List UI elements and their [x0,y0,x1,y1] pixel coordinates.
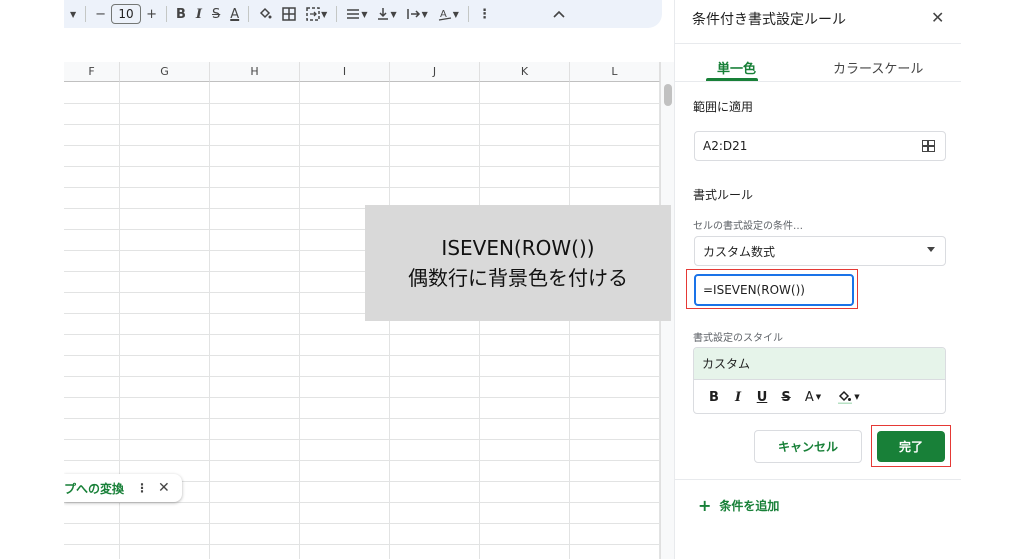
condition-label: セルの書式設定の条件… [693,221,803,232]
bold-button[interactable]: B [171,3,191,25]
row-gridline [64,334,660,335]
style-preview[interactable]: カスタム [694,348,945,380]
tab-single-color[interactable]: 単一色 [717,58,756,77]
range-input[interactable]: A2:D21 [694,131,946,161]
divider [675,81,961,82]
convert-to-table-chip[interactable]: プへの変換 ⋮ ✕ [64,474,182,502]
column-header[interactable]: G [120,62,210,82]
text-rotation-icon[interactable]: A ▼ [433,3,464,25]
borders-icon[interactable] [277,3,301,25]
divider [675,479,961,480]
fill-color-icon[interactable] [253,3,277,25]
column-header[interactable]: H [210,62,300,82]
column-header[interactable]: L [570,62,660,82]
toolbar-caret[interactable]: ▼ [64,3,81,25]
scrollbar-thumb[interactable] [664,84,672,106]
plus-icon: + [698,496,712,515]
chip-close-icon[interactable]: ✕ [158,480,170,496]
condition-value: カスタム数式 [703,244,776,259]
format-rules-label: 書式ルール [693,188,754,202]
panel-title: 条件付き書式設定ルール [692,12,846,28]
row-gridline [64,103,660,104]
conditional-format-panel: 条件付き書式設定ルール ✕ 単一色 カラースケール 範囲に適用 A2:D21 書… [674,0,1024,559]
row-gridline [64,376,660,377]
select-range-icon[interactable] [922,140,935,152]
row-gridline [64,166,660,167]
row-gridline [64,145,660,146]
style-strikethrough-button[interactable]: S [774,390,798,405]
row-gridline [64,124,660,125]
close-icon[interactable]: ✕ [931,8,944,27]
column-header[interactable]: J [390,62,480,82]
horizontal-align-icon[interactable]: ▼ [341,3,372,25]
format-style-box: カスタム B I U S A ▼ ▼ [693,347,946,414]
page: ▼ − 10 + B I S A ▼ ▼ ▼ ▼ A ▼ ⋮ F G H I J… [0,0,1024,559]
row-gridline [64,523,660,524]
fill-color-icon [838,390,853,404]
collapse-toolbar-icon[interactable] [548,3,570,25]
row-gridline [64,397,660,398]
merge-cells-icon[interactable]: ▼ [301,3,332,25]
add-rule-label: 条件を追加 [719,499,780,513]
divider [675,43,961,44]
column-gridline [209,82,210,559]
range-value: A2:D21 [703,139,748,153]
text-color-icon: A [804,389,814,405]
font-size-input[interactable]: 10 [111,4,142,24]
row-gridline [64,418,660,419]
column-header[interactable]: F [64,62,120,82]
style-underline-button[interactable]: U [750,390,774,405]
toolbar-divider [85,6,87,22]
style-italic-button[interactable]: I [726,390,750,405]
tab-color-scale[interactable]: カラースケール [833,58,923,77]
done-button[interactable]: 完了 [877,431,945,462]
annotation-box: ISEVEN(ROW()) 偶数行に背景色を付ける [365,205,671,321]
style-fill-color-button[interactable]: ▼ [834,390,864,404]
decrease-font-size-button[interactable]: − [90,3,111,25]
format-toolbar: ▼ − 10 + B I S A ▼ ▼ ▼ ▼ A ▼ ⋮ [64,0,662,28]
row-gridline [64,187,660,188]
row-gridline [64,544,660,545]
toolbar-divider [165,6,167,22]
row-gridline [64,439,660,440]
column-header[interactable]: I [300,62,390,82]
row-gridline [64,502,660,503]
increase-font-size-button[interactable]: + [141,3,162,25]
more-options-icon[interactable]: ⋮ [473,3,496,25]
apply-range-label: 範囲に適用 [693,100,754,114]
text-wrap-icon[interactable]: ▼ [402,3,433,25]
row-gridline [64,460,660,461]
chip-more-icon[interactable]: ⋮ [136,481,148,495]
text-color-button[interactable]: A [225,3,244,25]
chip-label[interactable]: プへの変換 [64,480,124,497]
toolbar-divider [336,6,338,22]
cancel-button[interactable]: キャンセル [754,430,862,463]
column-header[interactable]: K [480,62,570,82]
row-gridline [64,355,660,356]
style-toolbar: B I U S A ▼ ▼ [694,380,945,413]
annotation-description: 偶数行に背景色を付ける [408,266,628,290]
italic-button[interactable]: I [191,3,207,25]
add-rule-button[interactable]: + 条件を追加 [698,496,779,515]
strikethrough-button[interactable]: S [207,3,225,25]
custom-formula-input[interactable]: =ISEVEN(ROW()) [694,274,854,306]
toolbar-divider [467,6,469,22]
condition-select[interactable]: カスタム数式 [694,236,946,266]
vertical-align-icon[interactable]: ▼ [372,3,401,25]
column-gridline [299,82,300,559]
toolbar-divider [248,6,250,22]
chevron-down-icon [927,247,935,252]
style-bold-button[interactable]: B [702,390,726,405]
style-label: 書式設定のスタイル [693,333,783,344]
style-text-color-button[interactable]: A ▼ [798,390,828,405]
annotation-formula: ISEVEN(ROW()) [441,236,595,260]
